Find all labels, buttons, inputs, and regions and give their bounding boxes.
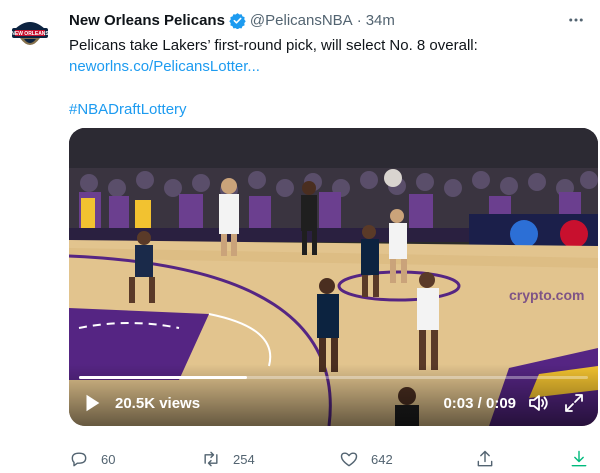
- hashtag-link[interactable]: #NBADraftLottery: [69, 99, 589, 120]
- video-progress-bar[interactable]: [79, 376, 588, 379]
- video-player[interactable]: crypto.com 20.5K views 0:03 / 0:09: [69, 128, 598, 426]
- like-button[interactable]: 642: [339, 447, 393, 471]
- pelicans-logo: NEW ORLEANS: [8, 10, 52, 54]
- video-controls: 20.5K views 0:03 / 0:09: [69, 364, 598, 426]
- volume-icon[interactable]: [526, 391, 550, 415]
- verified-badge-icon: [229, 12, 246, 29]
- avatar[interactable]: NEW ORLEANS: [6, 8, 54, 56]
- tweet-header: New Orleans Pelicans @PelicansNBA · 34m: [69, 10, 580, 30]
- fullscreen-icon[interactable]: [562, 391, 586, 415]
- more-horizontal-icon[interactable]: [566, 10, 586, 30]
- author-name[interactable]: New Orleans Pelicans: [69, 12, 225, 29]
- tweet-text: Pelicans take Lakers’ first-round pick, …: [69, 35, 589, 120]
- tweet-actions: 60 254 642: [69, 447, 598, 471]
- reply-button[interactable]: 60: [69, 447, 115, 471]
- tweet-link[interactable]: neworlns.co/PelicansLotter...: [69, 56, 589, 77]
- separator-dot: ·: [356, 11, 362, 29]
- svg-text:NEW ORLEANS: NEW ORLEANS: [11, 31, 49, 37]
- download-button[interactable]: [569, 447, 600, 471]
- reply-count: 60: [101, 451, 116, 467]
- play-icon[interactable]: [81, 392, 103, 414]
- tweet-body-text: Pelicans take Lakers’ first-round pick, …: [69, 37, 478, 54]
- retweet-icon: [204, 451, 218, 467]
- share-icon: [477, 450, 493, 467]
- download-icon: [571, 450, 587, 467]
- video-views: 20.5K views: [115, 395, 201, 412]
- video-timecode: 0:03 / 0:09: [443, 395, 516, 412]
- timestamp[interactable]: 34m: [366, 12, 395, 29]
- share-button[interactable]: [475, 447, 507, 471]
- heart-icon: [340, 452, 358, 467]
- retweet-button[interactable]: 254: [201, 447, 255, 471]
- author-handle[interactable]: @PelicansNBA: [250, 12, 353, 29]
- svg-text:crypto.com: crypto.com: [509, 287, 584, 303]
- reply-icon: [71, 452, 87, 467]
- video-progress-fill: [79, 376, 247, 379]
- like-count: 642: [371, 451, 393, 467]
- retweet-count: 254: [233, 451, 255, 467]
- text-spacer: [69, 77, 589, 99]
